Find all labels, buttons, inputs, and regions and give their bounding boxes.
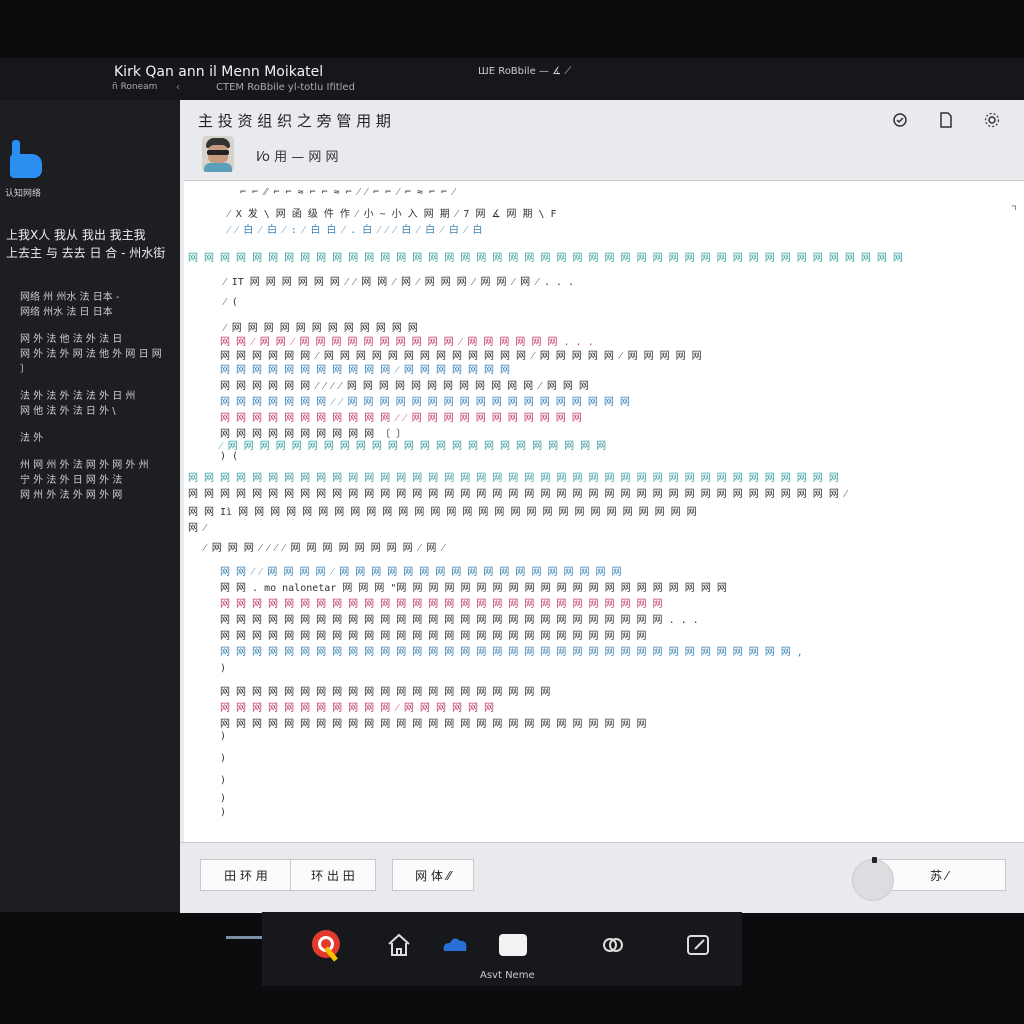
- code-line: ): [220, 775, 227, 786]
- sidebar-item-5[interactable]: 州 网 州 外 法 网 外 网 外 州 宁 外 法 外 日 网 外 法 网 州 …: [20, 458, 170, 503]
- page-title: 主 投 资 组 织 之 旁 管 用 期: [198, 112, 391, 130]
- sidebar-heading-line-2: 上去主 与 去去 日 合 - 州水街: [6, 246, 166, 260]
- code-line: 网 网 网 网 网 网 网 网 网 网 网 网 网 网 网 网 网 网 网 网 …: [188, 253, 903, 264]
- sidebar-item-1[interactable]: 网络 州 州水 法 日本 - 网络 州水 法 日 日本: [20, 290, 170, 320]
- code-line: ): [220, 793, 227, 804]
- sidebar-heading: 上我X人 我从 我出 我主我 上去主 与 去去 日 合 - 州水街: [6, 226, 176, 262]
- code-line: 网 网 网 网 网 网 网 网 网 网 网 ⁄ 网 网 网 网 网 网 网: [220, 365, 511, 376]
- sidebar-item-2[interactable]: 网 外 法 他 法 外 法 日 网 外 法 外 网 法 他 外 网 日 网 〕: [20, 332, 170, 377]
- sidebar-heading-line-1: 上我X人 我从 我出 我主我: [6, 228, 146, 242]
- code-line: 网 网 Iì 网 网 网 网 网 网 网 网 网 网 网 网 网 网 网 网 网…: [188, 507, 697, 518]
- code-line: 网 网 网 网 网 网 网 ⁄ ⁄ 网 网 网 网 网 网 网 网 网 网 网 …: [220, 397, 630, 408]
- app-title: Kirk Qan ann il Menn Moikatel: [114, 64, 324, 80]
- settings-icon[interactable]: [980, 108, 1004, 132]
- user-name: I⁄o 用 — 网 网: [256, 150, 339, 165]
- taskbar-label: Asvt Neme: [480, 970, 535, 981]
- cloud-icon[interactable]: [438, 928, 472, 962]
- code-line: ⁄ 网 网 网 网 网 网 网 网 网 网 网 网: [224, 323, 418, 334]
- code-line: 网 网 网 网 网 网 网 网 网 网 网 ⁄ ⁄ 网 网 网 网 网 网 网 …: [220, 413, 582, 424]
- toggle-knob[interactable]: [852, 859, 894, 901]
- code-line: 网 网 网 网 网 网 网 网 网 网 网 网 网 网 网 网 网 网 网 网 …: [220, 599, 663, 610]
- main-header: 主 投 资 组 织 之 旁 管 用 期 I⁄o 用 — 网 网: [180, 100, 1024, 180]
- code-line: 网 网 网 网 网 网 ⁄ 网 网 网 网 网 网 网 网 网 网 网 网 网 …: [220, 351, 702, 362]
- check-circle-icon[interactable]: [888, 108, 912, 132]
- code-line: 网 网 ⁄ ⁄ 网 网 网 网 ⁄ 网 网 网 网 网 网 网 网 网 网 网 …: [220, 567, 622, 578]
- sidebar-list: 网络 州 州水 法 日本 - 网络 州水 法 日 日本 网 外 法 他 法 外 …: [20, 290, 170, 515]
- code-line: ⁄ IT 网 网 网 网 网 网 ⁄ ⁄ 网 网 ⁄ 网 ⁄ 网 网 网 ⁄ 网…: [224, 277, 574, 288]
- chevron-left-icon[interactable]: ‹: [176, 82, 180, 93]
- window-subtitle: CTEM RoBbile yl-totlu Ifitled: [216, 82, 355, 93]
- toggle-indicator: [872, 857, 877, 863]
- code-line: 网 网 网 网 网 网 网 网 网 网 网 网 网 网 网 网 网 网 网 网 …: [188, 489, 847, 500]
- scroll-indicator-icon[interactable]: ⌝: [1010, 203, 1018, 219]
- code-line: ⁄ ⁄ 白 ⁄ 白 ⁄ : ⁄ 白 白 ⁄ . 白 ⁄ ⁄ ⁄ 白 ⁄ 白 ⁄ …: [228, 225, 483, 236]
- code-line: 网 ⁄: [188, 523, 206, 534]
- main-panel: 主 投 资 组 织 之 旁 管 用 期 I⁄o 用 — 网 网 ⌝ ⌐ ⌐ ⁄⁄…: [180, 100, 1024, 913]
- window-center-title: ШЕ RoBbile — ∡ ⟋: [478, 66, 572, 77]
- code-line: 网 网 网 网 网 网 网 网 网 网 网 网 网 网 网 网 网 网 网 网 …: [220, 647, 803, 658]
- app-logo-icon: [10, 140, 42, 184]
- code-line: 网 网 网 网 网 网 网 网 网 网 网 网 网 网 网 网 网 网 网 网 …: [188, 473, 839, 484]
- app-subtitle: ñ Roneam: [112, 82, 158, 92]
- code-line: ): [220, 807, 227, 818]
- code-editor[interactable]: ⌝ ⌐ ⌐ ⁄⁄ ⌐ ⌐ ≈ ⌐ ⌐ ≈ ⌐ ⁄ ⁄ ⌐ ⌐ ⁄ ⌐ ≈ ⌐ ⌐…: [184, 180, 1024, 843]
- taskbar-indicator: [226, 936, 262, 939]
- avatar[interactable]: [202, 136, 234, 172]
- browser-icon[interactable]: [310, 928, 344, 962]
- code-line: ⁄ X 发 \ 网 函 级 件 作 ⁄ 小 ~ 小 入 网 期 ⁄ 7 网 ∡ …: [228, 209, 557, 220]
- home-icon[interactable]: [382, 928, 416, 962]
- code-line: ⁄ 网 网 网 ⁄ ⁄ ⁄ ⁄ 网 网 网 网 网 网 网 网 ⁄ 网 ⁄: [204, 543, 445, 554]
- link-icon[interactable]: [596, 928, 630, 962]
- title-bar: Kirk Qan ann il Menn Moikatel ñ Roneam ‹…: [0, 58, 1024, 101]
- sidebar-item-4[interactable]: 法 外: [20, 431, 170, 446]
- code-line: 网 网 网 网 网 网 网 网 网 网 网 网 网 网 网 网 网 网 网 网 …: [220, 687, 551, 698]
- code-line: 网 网 . mo nalonetar 网 网 网 "网 网 网 网 网 网 网 …: [220, 583, 727, 594]
- sidebar-item-3[interactable]: 法 外 法 外 法 法 外 日 州 网 他 法 外 法 日 外 \: [20, 389, 170, 419]
- footer-button-1[interactable]: 田 环 用: [200, 859, 292, 891]
- code-line: 网 网 ⁄ 网 网 ⁄ 网 网 网 网 网 网 网 网 网 网 ⁄ 网 网 网 …: [220, 337, 594, 348]
- footer-bar: 田 环 用 环 出 田 网 体 ⁄⁄ 苏 ⁄: [180, 842, 1024, 913]
- footer-button-2[interactable]: 环 出 田: [290, 859, 376, 891]
- code-line: ⁄ 网 网 网 网 网 网 网 网 网 网 网 网 网 网 网 网 网 网 网 …: [220, 441, 607, 452]
- code-line: ): [220, 753, 227, 764]
- code-line: 网 网 网 网 网 网 ⁄ ⁄ ⁄ ⁄ 网 网 网 网 网 网 网 网 网 网 …: [220, 381, 589, 392]
- code-line: 网 网 网 网 网 网 网 网 网 网 网 网 网 网 网 网 网 网 网 网 …: [220, 631, 647, 642]
- taskbar: Asvt Neme: [262, 912, 742, 986]
- code-line: 网 网 网 网 网 网 网 网 网 网 网 网 网 网 网 网 网 网 网 网 …: [220, 615, 699, 626]
- code-line: ⁄ (: [224, 297, 238, 308]
- code-line: ⌐ ⌐ ⁄⁄ ⌐ ⌐ ≈ ⌐ ⌐ ≈ ⌐ ⁄ ⁄ ⌐ ⌐ ⁄ ⌐ ≈ ⌐ ⌐ ⁄: [240, 187, 455, 198]
- footer-button-3[interactable]: 网 体 ⁄⁄: [392, 859, 474, 891]
- code-line: ) (: [220, 451, 239, 462]
- window-icon[interactable]: [496, 928, 530, 962]
- header-actions: [888, 108, 1004, 132]
- document-icon[interactable]: [934, 108, 958, 132]
- logo-label: 认知网络: [5, 189, 42, 199]
- sidebar: 认知网络 上我X人 我从 我出 我主我 上去主 与 去去 日 合 - 州水街 网…: [0, 100, 181, 912]
- code-line: ): [220, 663, 227, 674]
- code-line: 网 网 网 网 网 网 网 网 网 网 网 网 网 网 网 网 网 网 网 网 …: [220, 719, 647, 730]
- code-line: 网 网 网 网 网 网 网 网 网 网 网 ⁄ 网 网 网 网 网 网: [220, 703, 495, 714]
- edit-icon[interactable]: [682, 928, 716, 962]
- code-line: ): [220, 731, 227, 742]
